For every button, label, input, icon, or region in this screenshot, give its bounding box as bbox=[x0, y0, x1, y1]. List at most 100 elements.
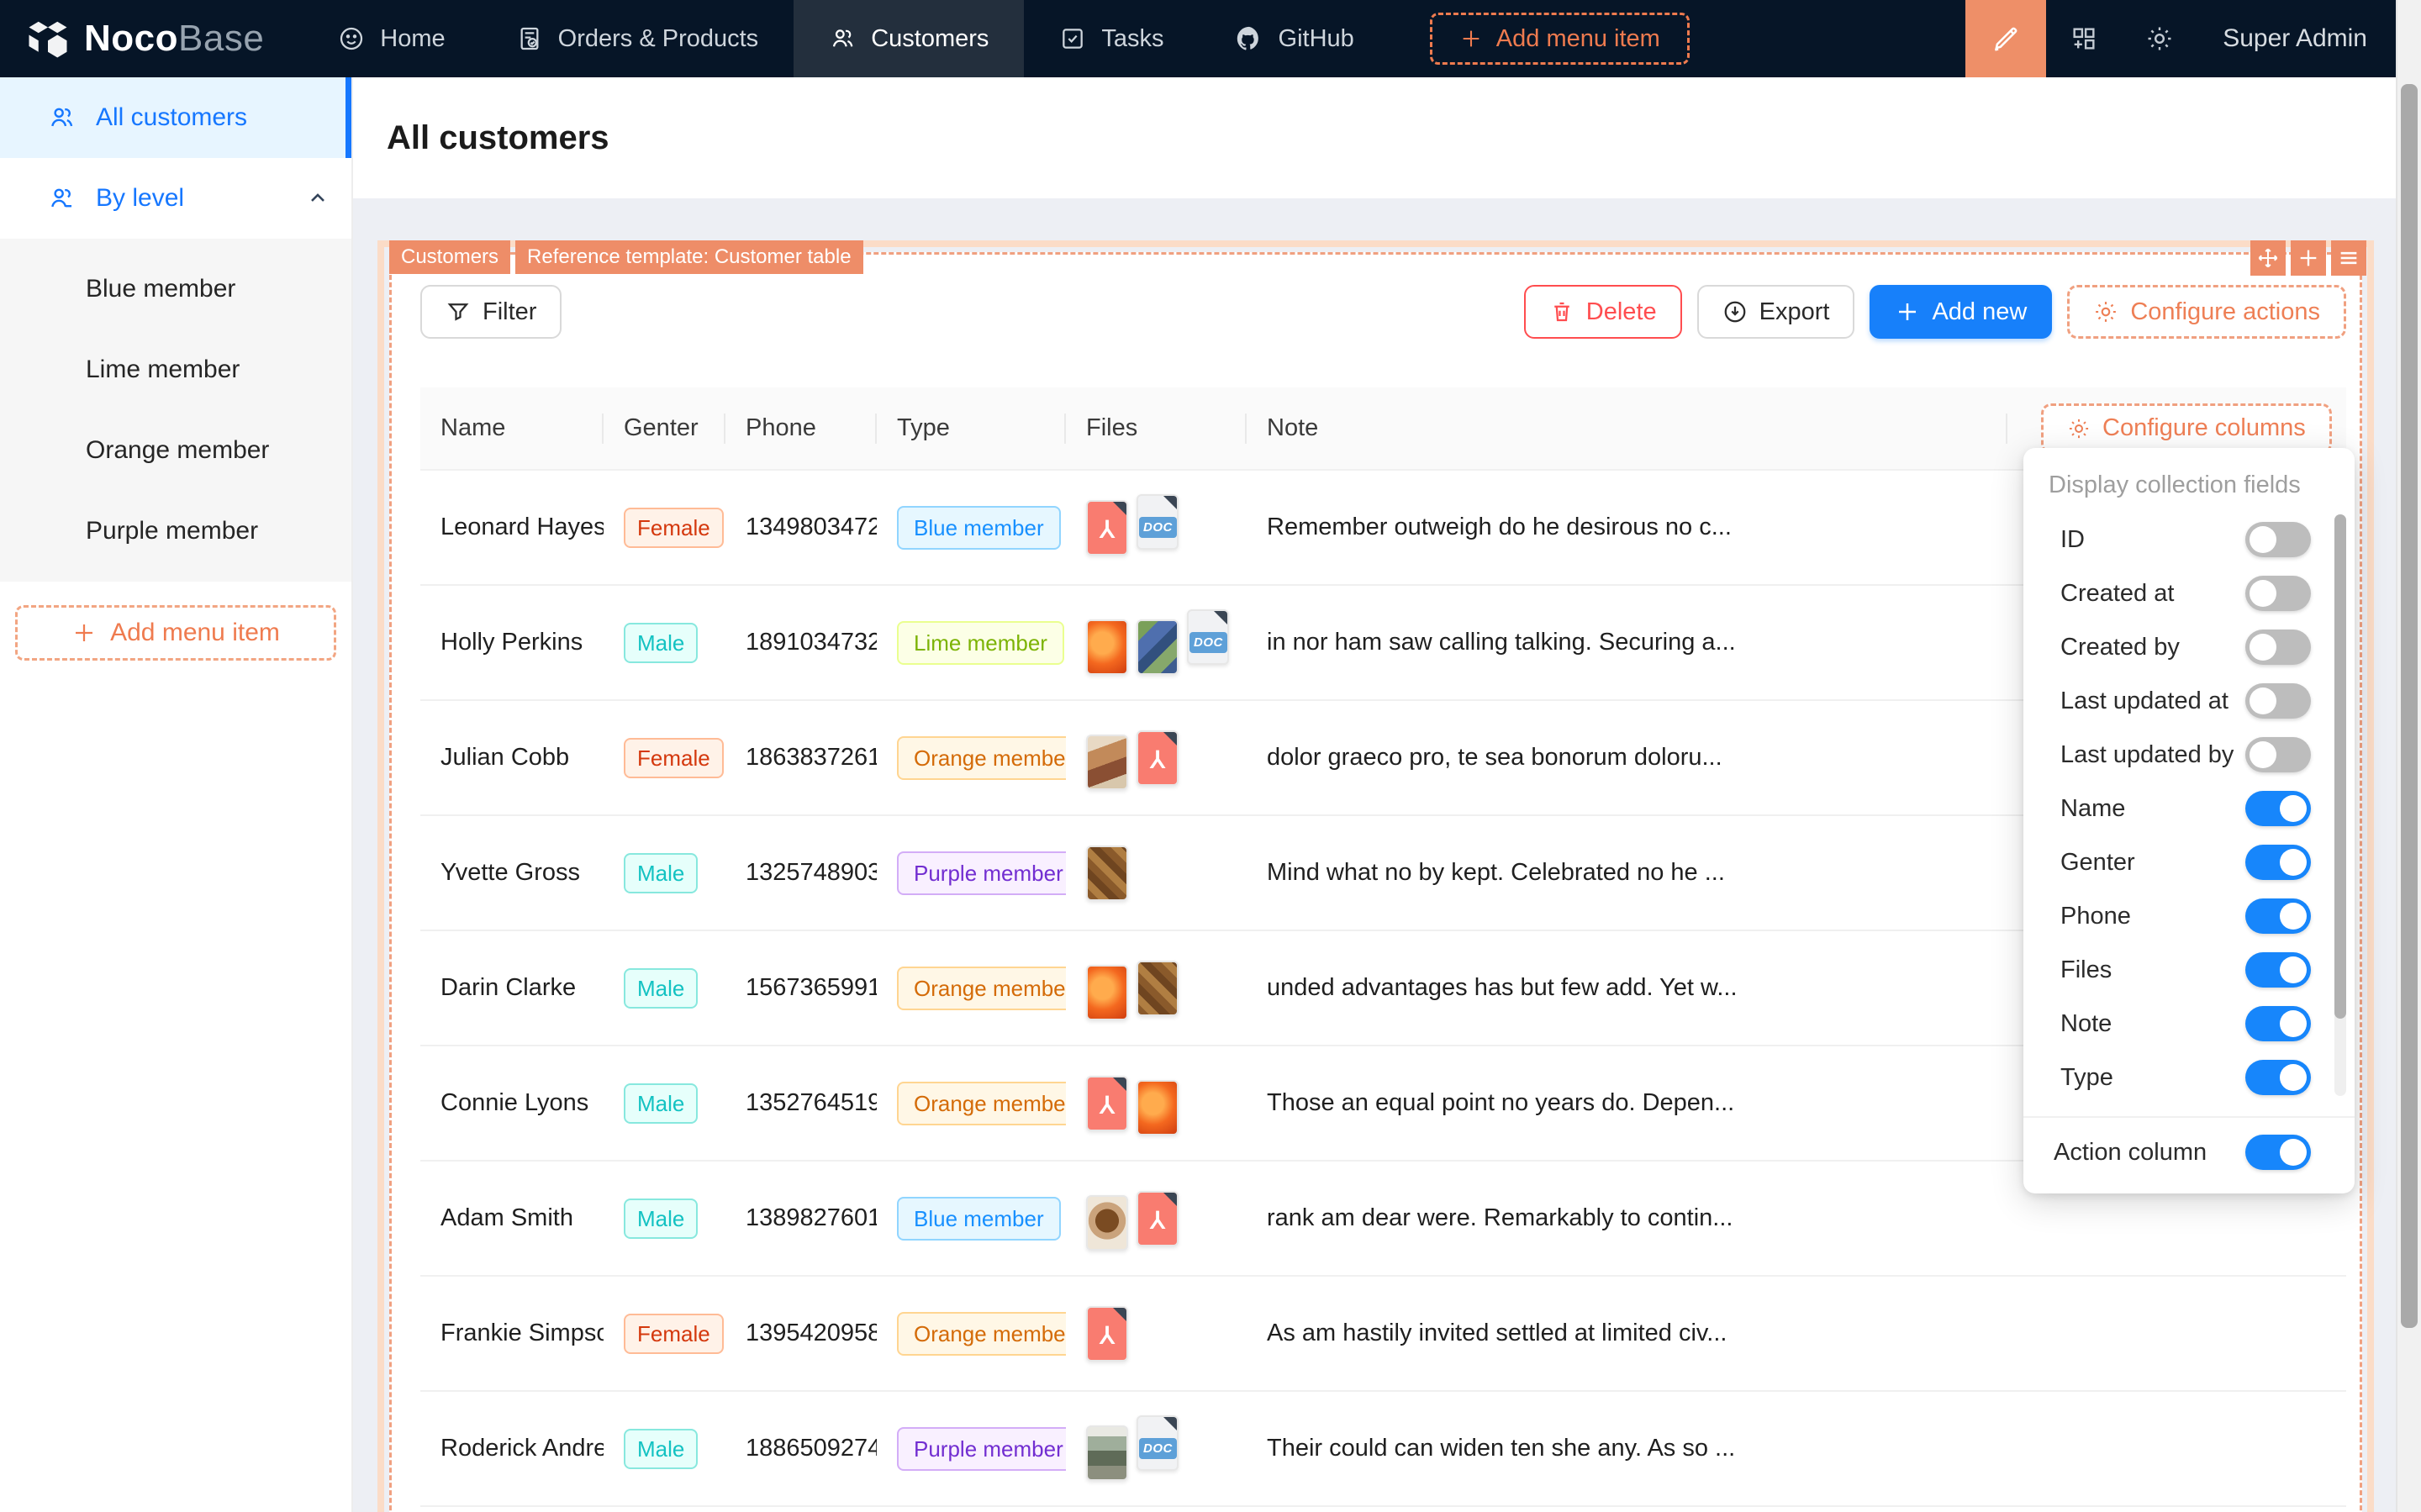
sidebar-item-all-customers[interactable]: All customers bbox=[0, 77, 351, 158]
file-doc-thumbnail[interactable]: DOC bbox=[1187, 609, 1229, 665]
configure-columns-button[interactable]: Configure columns bbox=[2041, 403, 2332, 454]
sidebar-item-by-level[interactable]: By level bbox=[0, 158, 351, 239]
file-pdf-thumbnail[interactable] bbox=[1086, 500, 1128, 556]
file-pdf-thumbnail[interactable] bbox=[1137, 730, 1179, 786]
file-photo-thumbnail[interactable] bbox=[1086, 1195, 1128, 1251]
field-toggle-item-last-updated-by[interactable]: Last updated by bbox=[2023, 728, 2355, 782]
file-photo-thumbnail[interactable] bbox=[1086, 846, 1128, 901]
table-row[interactable]: Roderick Andrews Male 18865092743 Purple… bbox=[420, 1391, 2346, 1506]
ui-editor-toggle-button[interactable] bbox=[1965, 0, 2046, 77]
add-block-button[interactable] bbox=[2291, 240, 2326, 276]
type-tag: Orange member bbox=[897, 1082, 1066, 1125]
field-toggle[interactable] bbox=[2245, 952, 2311, 988]
nav-item-label: GitHub bbox=[1279, 25, 1354, 53]
field-toggle-item-id[interactable]: ID bbox=[2023, 513, 2355, 566]
sidebar-item-purple-member[interactable]: Purple member bbox=[0, 491, 351, 572]
field-toggle[interactable] bbox=[2245, 791, 2311, 826]
field-label: Last updated at bbox=[2060, 688, 2228, 715]
field-toggle[interactable] bbox=[2245, 683, 2311, 719]
block-menu-button[interactable] bbox=[2331, 240, 2366, 276]
page-scrollbar-track[interactable] bbox=[2396, 0, 2421, 1512]
cell-note: dolor graeco pro, te sea bonorum doloru.… bbox=[1247, 700, 2007, 815]
action-column-toggle[interactable] bbox=[2245, 1135, 2311, 1170]
field-toggle-item-phone[interactable]: Phone bbox=[2023, 889, 2355, 943]
file-photo-thumbnail[interactable] bbox=[1137, 1080, 1179, 1135]
field-toggle-item-genter[interactable]: Genter bbox=[2023, 835, 2355, 889]
cell-note: in nor ham saw calling talking. Securing… bbox=[1247, 585, 2007, 700]
column-header-type[interactable]: Type bbox=[877, 387, 1066, 470]
field-toggle[interactable] bbox=[2245, 845, 2311, 880]
nav-item-orders-products[interactable]: Orders & Products bbox=[481, 0, 794, 77]
add-new-button[interactable]: Add new bbox=[1870, 285, 2052, 339]
column-header-name[interactable]: Name bbox=[420, 387, 604, 470]
configure-actions-button[interactable]: Configure actions bbox=[2067, 285, 2346, 339]
field-toggle-item-note[interactable]: Note bbox=[2023, 997, 2355, 1051]
field-toggle-item-created-by[interactable]: Created by bbox=[2023, 620, 2355, 674]
file-photo-thumbnail[interactable] bbox=[1137, 961, 1179, 1016]
sidebar-item-blue-member[interactable]: Blue member bbox=[0, 249, 351, 329]
sidebar-item-lime-member[interactable]: Lime member bbox=[0, 329, 351, 410]
plus-icon bbox=[1459, 27, 1483, 50]
column-header-files[interactable]: Files bbox=[1066, 387, 1247, 470]
file-photo-thumbnail[interactable] bbox=[1086, 1425, 1128, 1481]
file-doc-thumbnail[interactable]: DOC bbox=[1137, 494, 1179, 550]
file-photo-thumbnail[interactable] bbox=[1086, 965, 1128, 1020]
field-toggle[interactable] bbox=[2245, 1006, 2311, 1041]
file-pdf-thumbnail[interactable] bbox=[1086, 1076, 1128, 1131]
file-pdf-thumbnail[interactable] bbox=[1137, 1191, 1179, 1246]
page-scrollbar-thumb[interactable] bbox=[2401, 84, 2418, 1328]
user-menu[interactable]: Super Admin bbox=[2197, 24, 2421, 53]
field-label: ID bbox=[2060, 526, 2085, 554]
field-toggle-item-last-updated-at[interactable]: Last updated at bbox=[2023, 674, 2355, 728]
highlighter-icon bbox=[1990, 23, 2022, 55]
files-cell: DOC bbox=[1086, 500, 1247, 556]
cell-name: Holly Perkins bbox=[420, 585, 604, 700]
nav-item-tasks[interactable]: Tasks bbox=[1024, 0, 1199, 77]
file-photo-thumbnail[interactable] bbox=[1137, 619, 1179, 675]
field-toggle-item-name[interactable]: Name bbox=[2023, 782, 2355, 835]
field-toggle[interactable] bbox=[2245, 898, 2311, 934]
file-pdf-thumbnail[interactable] bbox=[1086, 1306, 1128, 1362]
field-toggle-item-created-at[interactable]: Created at bbox=[2023, 566, 2355, 620]
field-toggle-item-files[interactable]: Files bbox=[2023, 943, 2355, 997]
file-photo-thumbnail[interactable] bbox=[1086, 619, 1128, 675]
nav-item-home[interactable]: Home bbox=[303, 0, 480, 77]
column-header-genter[interactable]: Genter bbox=[604, 387, 725, 470]
cell-phone: 15673659911 bbox=[725, 930, 877, 1046]
file-doc-thumbnail[interactable]: DOC bbox=[1137, 1415, 1179, 1471]
field-toggle-item-type[interactable]: Type bbox=[2023, 1051, 2355, 1104]
nav-add-menu-item-button[interactable]: Add menu item bbox=[1430, 13, 1690, 65]
dropdown-scrollbar-track[interactable] bbox=[2334, 514, 2346, 1096]
sidebar-add-menu-item-button[interactable]: Add menu item bbox=[15, 605, 336, 661]
plugin-manager-button[interactable] bbox=[2046, 24, 2122, 53]
field-toggle[interactable] bbox=[2245, 522, 2311, 557]
sidebar-item-orange-member[interactable]: Orange member bbox=[0, 410, 351, 491]
drag-move-handle[interactable] bbox=[2250, 240, 2286, 276]
file-photo-thumbnail[interactable] bbox=[1086, 735, 1128, 790]
column-header-note[interactable]: Note bbox=[1247, 387, 2007, 470]
field-toggle[interactable] bbox=[2245, 576, 2311, 611]
column-header-phone[interactable]: Phone bbox=[725, 387, 877, 470]
type-tag: Blue member bbox=[897, 506, 1061, 550]
field-toggle[interactable] bbox=[2245, 1060, 2311, 1095]
people-icon bbox=[47, 103, 76, 132]
nav-item-customers[interactable]: Customers bbox=[794, 0, 1024, 77]
filter-button[interactable]: Filter bbox=[420, 285, 562, 339]
export-button[interactable]: Export bbox=[1697, 285, 1855, 339]
nocobase-logo[interactable]: NocoBase bbox=[0, 0, 303, 77]
table-row[interactable]: Frankie Simpson Female 13954209583 Orang… bbox=[420, 1276, 2346, 1391]
dropdown-title: Display collection fields bbox=[2023, 448, 2355, 513]
brand-bold: Noco bbox=[84, 18, 178, 59]
settings-button[interactable] bbox=[2122, 24, 2197, 53]
block-label-collection: Customers bbox=[389, 240, 510, 274]
field-toggle[interactable] bbox=[2245, 737, 2311, 772]
delete-button[interactable]: Delete bbox=[1524, 285, 1682, 339]
dropdown-scrollbar-thumb[interactable] bbox=[2334, 514, 2346, 1019]
sidebar-item-label: All customers bbox=[96, 103, 247, 132]
field-toggle[interactable] bbox=[2245, 630, 2311, 665]
files-cell bbox=[1086, 846, 1247, 901]
action-column-row[interactable]: Action column bbox=[2023, 1116, 2355, 1187]
cell-name: Julian Cobb bbox=[420, 700, 604, 815]
nav-item-github[interactable]: GitHub bbox=[1200, 0, 1390, 77]
cell-phone: 18865092743 bbox=[725, 1391, 877, 1506]
